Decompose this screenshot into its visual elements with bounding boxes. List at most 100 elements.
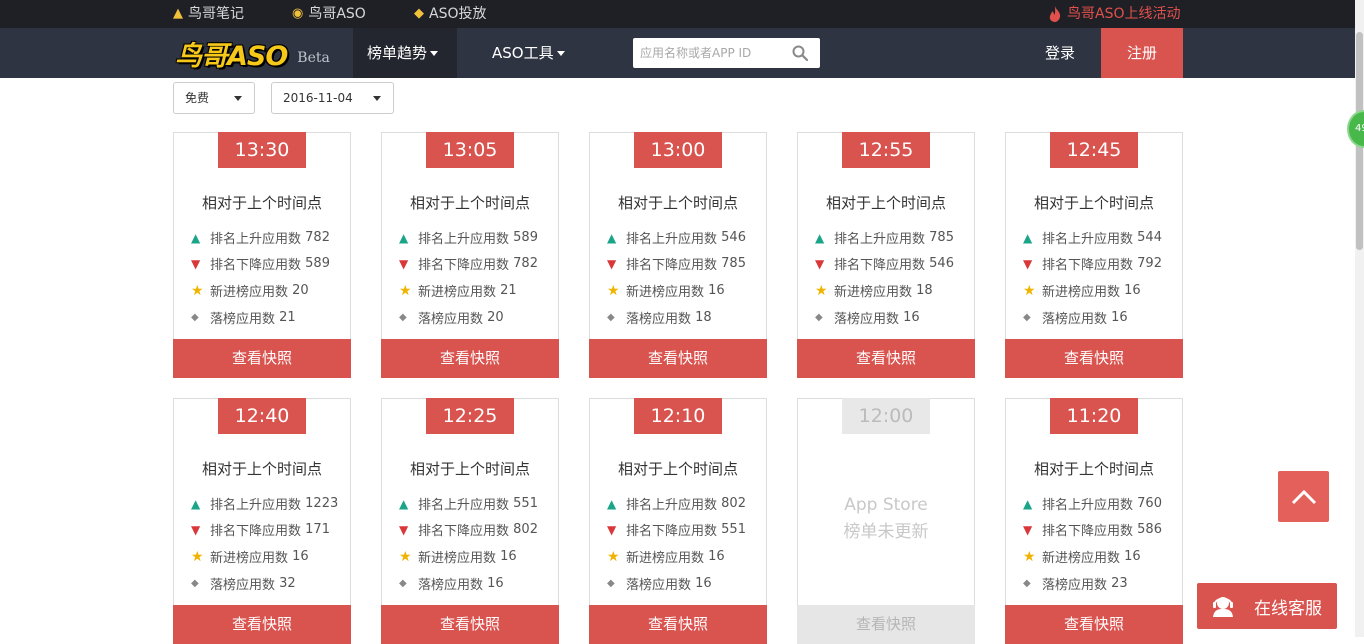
logo[interactable]: 鸟哥ASO Beta — [175, 34, 330, 72]
floating-badge[interactable]: 49 — [1347, 110, 1364, 148]
snapshot-card-not-updated: 12:00 App Store 榜单未更新 查看快照 — [797, 398, 975, 644]
stat-down: ▼排名下降应用数 782 — [399, 254, 538, 273]
view-snapshot-button[interactable]: 查看快照 — [173, 339, 351, 378]
stat-drop: ◆落榜应用数 16 — [815, 308, 920, 327]
stat-label: 新进榜应用数 — [418, 281, 496, 300]
customer-service-icon — [1210, 593, 1236, 619]
nav-aso-tools[interactable]: ASO工具 — [478, 28, 579, 78]
stat-value: 16 — [708, 549, 725, 564]
stat-label: 落榜应用数 — [418, 308, 483, 327]
stat-value: 16 — [903, 310, 920, 325]
topbar-link-niaoge-notes[interactable]: ▲ 鸟哥笔记 — [173, 0, 244, 28]
stat-label: 排名上升应用数 — [626, 228, 717, 247]
online-service-label: 在线客服 — [1254, 594, 1322, 619]
snapshot-card: 12:40 相对于上个时间点 ▲排名上升应用数 1223 ▼排名下降应用数 17… — [173, 398, 351, 644]
stat-value: 782 — [305, 230, 330, 245]
date-select[interactable]: 2016-11-04 — [271, 82, 394, 114]
view-snapshot-button-disabled: 查看快照 — [797, 605, 975, 644]
search-box — [633, 38, 820, 68]
view-snapshot-button[interactable]: 查看快照 — [381, 605, 559, 644]
diamond-icon: ◆ — [191, 312, 210, 323]
chevron-up-icon — [1291, 489, 1317, 505]
up-triangle-icon: ▲ — [815, 231, 834, 245]
view-snapshot-button[interactable]: 查看快照 — [173, 605, 351, 644]
card-time: 12:55 — [842, 132, 930, 168]
up-triangle-icon: ▲ — [1023, 497, 1042, 511]
stat-label: 落榜应用数 — [210, 308, 275, 327]
stat-drop: ◆落榜应用数 16 — [607, 574, 712, 593]
stat-label: 落榜应用数 — [210, 574, 275, 593]
view-snapshot-button[interactable]: 查看快照 — [797, 339, 975, 378]
stat-label: 新进榜应用数 — [1042, 281, 1120, 300]
stat-label: 新进榜应用数 — [834, 281, 912, 300]
topbar-promo-link[interactable]: 鸟哥ASO上线活动 — [1048, 0, 1180, 28]
card-heading: 相对于上个时间点 — [590, 192, 766, 213]
stat-new: ★新进榜应用数 20 — [191, 281, 309, 300]
view-snapshot-button[interactable]: 查看快照 — [381, 339, 559, 378]
view-snapshot-button[interactable]: 查看快照 — [1005, 339, 1183, 378]
down-triangle-icon: ▼ — [815, 257, 834, 271]
stat-value: 171 — [305, 522, 330, 537]
up-triangle-icon: ▲ — [191, 497, 210, 511]
caret-down-icon — [234, 96, 242, 101]
back-to-top-button[interactable] — [1278, 471, 1329, 522]
card-heading: 相对于上个时间点 — [590, 458, 766, 479]
badge-value: 49 — [1355, 123, 1364, 134]
stat-drop: ◆落榜应用数 16 — [1023, 308, 1128, 327]
diamond-icon: ◆ — [607, 578, 626, 589]
stat-label: 排名下降应用数 — [834, 254, 925, 273]
stat-label: 排名下降应用数 — [210, 520, 301, 539]
stat-label: 排名下降应用数 — [418, 254, 509, 273]
stat-down: ▼排名下降应用数 586 — [1023, 520, 1162, 539]
stat-value: 16 — [1111, 310, 1128, 325]
stat-value: 16 — [500, 549, 517, 564]
stat-label: 排名上升应用数 — [1042, 494, 1133, 513]
price-select[interactable]: 免费 — [173, 82, 255, 114]
page-scrollbar[interactable] — [1355, 0, 1364, 637]
stat-label: 排名上升应用数 — [626, 494, 717, 513]
down-triangle-icon: ▼ — [399, 523, 418, 537]
online-service-button[interactable]: 在线客服 — [1197, 583, 1337, 629]
up-triangle-icon: ▲ — [191, 231, 210, 245]
stat-down: ▼排名下降应用数 171 — [191, 520, 330, 539]
caret-down-icon — [557, 51, 565, 56]
down-triangle-icon: ▼ — [1023, 257, 1042, 271]
snapshot-card: 13:05 相对于上个时间点 ▲排名上升应用数 589 ▼排名下降应用数 782… — [381, 132, 559, 378]
stat-down: ▼排名下降应用数 802 — [399, 520, 538, 539]
card-heading: 相对于上个时间点 — [174, 458, 350, 479]
diamond-icon: ◆ — [815, 312, 834, 323]
view-snapshot-button[interactable]: 查看快照 — [589, 605, 767, 644]
stat-value: 1223 — [305, 496, 338, 511]
stat-label: 排名下降应用数 — [210, 254, 301, 273]
topbar-link-label: 鸟哥ASO — [308, 0, 365, 28]
search-input[interactable] — [633, 38, 783, 68]
star-icon: ★ — [399, 549, 418, 565]
stat-value: 589 — [513, 230, 538, 245]
diamond-icon: ◆ — [1023, 312, 1042, 323]
topbar-link-niaoge-aso[interactable]: ◉ 鸟哥ASO — [292, 0, 366, 28]
view-snapshot-button[interactable]: 查看快照 — [589, 339, 767, 378]
stat-value: 21 — [500, 283, 517, 298]
topbar-link-aso-ads[interactable]: ◆ ASO投放 — [414, 0, 486, 28]
register-button[interactable]: 注册 — [1101, 28, 1183, 78]
stat-down: ▼排名下降应用数 792 — [1023, 254, 1162, 273]
stat-label: 排名下降应用数 — [626, 254, 717, 273]
stat-up: ▲排名上升应用数 551 — [399, 494, 538, 513]
login-button[interactable]: 登录 — [1030, 28, 1090, 78]
stat-label: 新进榜应用数 — [418, 547, 496, 566]
stat-label: 新进榜应用数 — [626, 547, 704, 566]
card-time: 13:00 — [634, 132, 722, 168]
stat-value: 782 — [513, 256, 538, 271]
diamond-icon: ◆ — [607, 312, 626, 323]
snapshot-card: 12:25 相对于上个时间点 ▲排名上升应用数 551 ▼排名下降应用数 802… — [381, 398, 559, 644]
caret-down-icon — [373, 96, 381, 101]
stat-value: 16 — [1124, 283, 1141, 298]
date-select-value: 2016-11-04 — [283, 91, 353, 105]
card-time: 13:05 — [426, 132, 514, 168]
nav-rank-trend[interactable]: 榜单趋势 — [353, 28, 457, 78]
stat-value: 551 — [513, 496, 538, 511]
stat-drop: ◆落榜应用数 18 — [607, 308, 712, 327]
star-icon: ★ — [191, 549, 210, 565]
search-icon[interactable] — [792, 45, 808, 61]
view-snapshot-button[interactable]: 查看快照 — [1005, 605, 1183, 644]
